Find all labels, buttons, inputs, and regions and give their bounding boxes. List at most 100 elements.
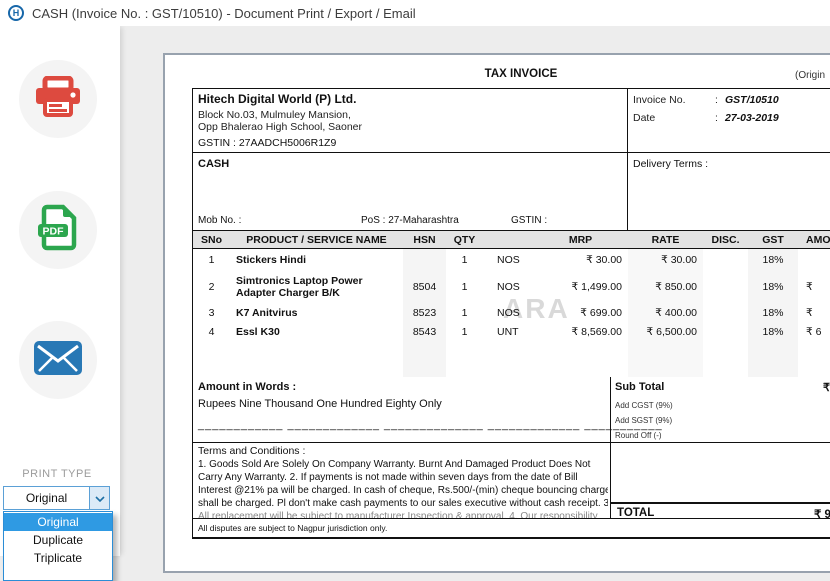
header-product: PRODUCT / SERVICE NAME	[230, 234, 403, 246]
cell-rate: ₹ 850.00	[628, 281, 703, 293]
colon: :	[715, 112, 718, 124]
place-of-supply: PoS : 27-Maharashtra	[361, 215, 459, 226]
company-gstin: GSTIN : 27AADCH5006R1Z9	[198, 137, 336, 149]
sub-total-amount: ₹	[823, 381, 830, 394]
cell-rate: ₹ 30.00	[628, 254, 703, 266]
party-name: CASH	[198, 158, 229, 170]
amount-words-text: Rupees Nine Thousand One Hundred Eighty …	[198, 398, 442, 410]
cell-sno: 3	[193, 307, 230, 319]
total-label: TOTAL	[617, 507, 654, 519]
cell-unit: NOS	[483, 254, 533, 266]
terms-line: Interest @21% pa will be charged. In cas…	[198, 484, 608, 497]
chevron-down-icon	[95, 489, 105, 507]
copy-type-label: (Origin	[795, 70, 825, 81]
date-label: Date	[633, 112, 655, 124]
total-amount: ₹ 9	[814, 507, 830, 519]
svg-text:PDF: PDF	[43, 225, 65, 237]
terms-line: shall be charged. Pl don't make cash pay…	[198, 497, 608, 510]
cell-hsn: 8504	[403, 281, 446, 293]
cell-sno: 2	[193, 281, 230, 293]
combo-dropdown-button[interactable]	[89, 487, 109, 509]
cell-qty: 1	[446, 307, 483, 319]
cell-product: Essl K30	[230, 326, 403, 338]
export-pdf-button[interactable]: PDF	[19, 191, 97, 269]
header-amount: AMOUNT	[798, 234, 830, 246]
company-section: Hitech Digital World (P) Ltd. Block No.0…	[193, 89, 830, 153]
cell-qty: 1	[446, 281, 483, 293]
invoice-no-label: Invoice No.	[633, 94, 686, 106]
cell-rate: ₹ 6,500.00	[628, 326, 703, 338]
email-button[interactable]	[19, 321, 97, 399]
mobile-label: Mob No. :	[198, 215, 241, 226]
section-divider	[610, 377, 611, 442]
header-gst: GST	[748, 234, 798, 246]
cell-mrp: ₹ 30.00	[533, 254, 628, 266]
cell-unit: NOS	[483, 307, 533, 319]
dropdown-option-duplicate[interactable]: Duplicate	[4, 531, 112, 549]
cell-rate: ₹ 400.00	[628, 307, 703, 319]
company-address-line2: Opp Bhalerao High School, Saoner	[198, 121, 362, 133]
round-off-label: Round Off (-)	[615, 431, 662, 440]
email-icon	[34, 341, 82, 380]
total-row: TOTAL ₹ 9	[610, 502, 830, 518]
title-bar: H CASH (Invoice No. : GST/10510) - Docum…	[0, 0, 830, 26]
print-type-dropdown-list: Original Duplicate Triplicate	[3, 511, 113, 581]
table-row: 1 Stickers Hindi 1 NOS ₹ 30.00 ₹ 30.00 1…	[193, 249, 830, 270]
print-type-select[interactable]: Original	[3, 486, 110, 510]
delivery-terms-label: Delivery Terms :	[633, 158, 708, 170]
cell-gst: 18%	[748, 307, 798, 319]
cell-qty: 1	[446, 326, 483, 338]
terms-line: 1. Goods Sold Are Solely On Company Warr…	[198, 458, 608, 471]
print-type-selected-value: Original	[4, 487, 89, 509]
action-sidebar: PDF PRINT TYPE Original Original Duplica…	[0, 26, 120, 556]
cell-unit: NOS	[483, 281, 533, 293]
amount-words-label: Amount in Words :	[198, 381, 296, 393]
cell-hsn: 8523	[403, 307, 446, 319]
header-rate: RATE	[628, 234, 703, 246]
terms-text: 1. Goods Sold Are Solely On Company Warr…	[198, 458, 608, 519]
items-table-body: ARA 1 Stickers Hindi 1 NOS ₹ 30.00 ₹ 30.…	[193, 249, 830, 377]
cell-mrp: ₹ 8,569.00	[533, 326, 628, 338]
cell-product: Simtronics Laptop Power Adapter Charger …	[230, 275, 403, 299]
signature-separator: ____________ _____________ _____________…	[198, 419, 663, 431]
print-button[interactable]	[19, 60, 97, 138]
dropdown-option-original[interactable]: Original	[4, 513, 112, 531]
amount-words-section: Amount in Words : Rupees Nine Thousand O…	[193, 377, 830, 443]
company-name: Hitech Digital World (P) Ltd.	[198, 92, 356, 106]
cell-mrp: ₹ 1,499.00	[533, 281, 628, 293]
document-title: TAX INVOICE	[192, 68, 830, 80]
app-logo-icon: H	[8, 5, 24, 21]
pdf-icon: PDF	[37, 204, 79, 257]
items-table-header: SNo PRODUCT / SERVICE NAME HSN QTY MRP R…	[193, 231, 830, 249]
party-gstin-label: GSTIN :	[511, 215, 547, 226]
table-row: 3 K7 Anitvirus 8523 1 NOS ₹ 699.00 ₹ 400…	[193, 303, 830, 322]
cell-gst: 18%	[748, 281, 798, 293]
cell-gst: 18%	[748, 254, 798, 266]
cell-mrp: ₹ 699.00	[533, 307, 628, 319]
cell-unit: UNT	[483, 326, 533, 338]
cell-amount: ₹ 6	[798, 326, 830, 338]
header-mrp: MRP	[533, 234, 628, 246]
sub-total-label: Sub Total	[615, 381, 664, 393]
company-address-line1: Block No.03, Mulmuley Mansion,	[198, 109, 351, 121]
header-hsn: HSN	[403, 234, 446, 246]
date-value: 27-03-2019	[725, 112, 779, 124]
cell-qty: 1	[446, 254, 483, 266]
header-sno: SNo	[193, 234, 230, 246]
cell-product: Stickers Hindi	[230, 254, 403, 266]
cell-amount: ₹	[798, 281, 830, 293]
cell-product: K7 Anitvirus	[230, 307, 403, 319]
section-divider	[627, 153, 628, 230]
invoice-content: Hitech Digital World (P) Ltd. Block No.0…	[192, 88, 830, 539]
header-disc: DISC.	[703, 234, 748, 246]
dropdown-option-triplicate[interactable]: Triplicate	[4, 549, 112, 567]
terms-label: Terms and Conditions :	[198, 445, 305, 457]
invoice-no-value: GST/10510	[725, 94, 779, 106]
table-row: 4 Essl K30 8543 1 UNT ₹ 8,569.00 ₹ 6,500…	[193, 322, 830, 341]
terms-line: Carry Any Warranty. 2. If payments is no…	[198, 471, 608, 484]
jurisdiction-footer: All disputes are subject to Nagpur juris…	[193, 519, 830, 538]
cell-amount: ₹	[798, 307, 830, 319]
invoice-preview-page: TAX INVOICE (Origin Hitech Digital World…	[163, 53, 830, 573]
colon: :	[715, 94, 718, 106]
sgst-label: Add SGST (9%)	[615, 416, 672, 425]
